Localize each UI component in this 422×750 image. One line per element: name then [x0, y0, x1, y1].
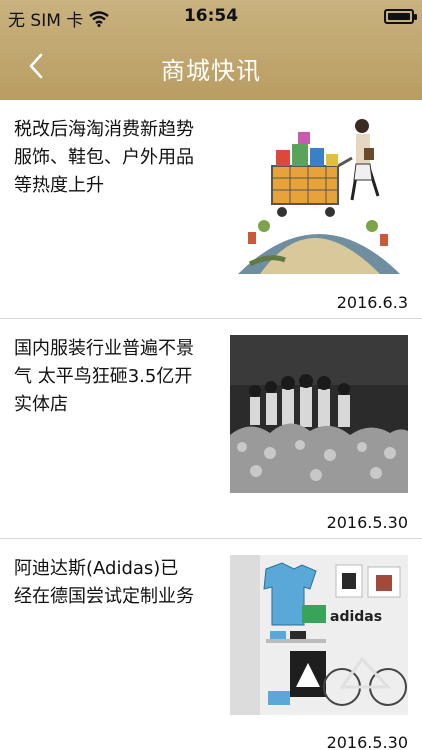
shopping-globe-illustration [230, 114, 408, 274]
battery-icon [384, 9, 417, 24]
news-item[interactable]: 税改后海淘消费新趋势 服饰、鞋包、户外用品等热度上升 2016.6.3 [0, 100, 422, 319]
header-bar: 无 SIM 卡 16:54 商城快讯 [0, 0, 422, 100]
news-item[interactable]: 阿迪达斯(Adidas)已经在德国尝试定制业务 adidas 2016.5.30 [0, 539, 422, 750]
news-title: 阿迪达斯(Adidas)已经在德国尝试定制业务 [14, 558, 194, 607]
svg-text:adidas: adidas [330, 609, 382, 625]
news-date: 2016.5.30 [326, 513, 408, 532]
status-bar: 无 SIM 卡 16:54 [0, 0, 422, 33]
news-date: 2016.6.3 [336, 293, 408, 312]
status-time: 16:54 [183, 6, 239, 26]
news-list: 税改后海淘消费新趋势 服饰、鞋包、户外用品等热度上升 2016.6.3 国内服装… [0, 100, 422, 750]
page-title: 商城快讯 [161, 57, 261, 85]
news-item[interactable]: 国内服装行业普遍不景气 太平鸟狂砸3.5亿开实体店 2016.5.30 [0, 319, 422, 539]
news-title: 国内服装行业普遍不景气 太平鸟狂砸3.5亿开实体店 [14, 338, 194, 415]
fashion-show-photo [230, 335, 408, 493]
news-title: 税改后海淘消费新趋势 服饰、鞋包、户外用品等热度上升 [14, 119, 194, 196]
adidas-store-photo: adidas [230, 555, 408, 715]
navigation-bar: 商城快讯 [0, 33, 422, 100]
news-date: 2016.5.30 [326, 733, 408, 750]
